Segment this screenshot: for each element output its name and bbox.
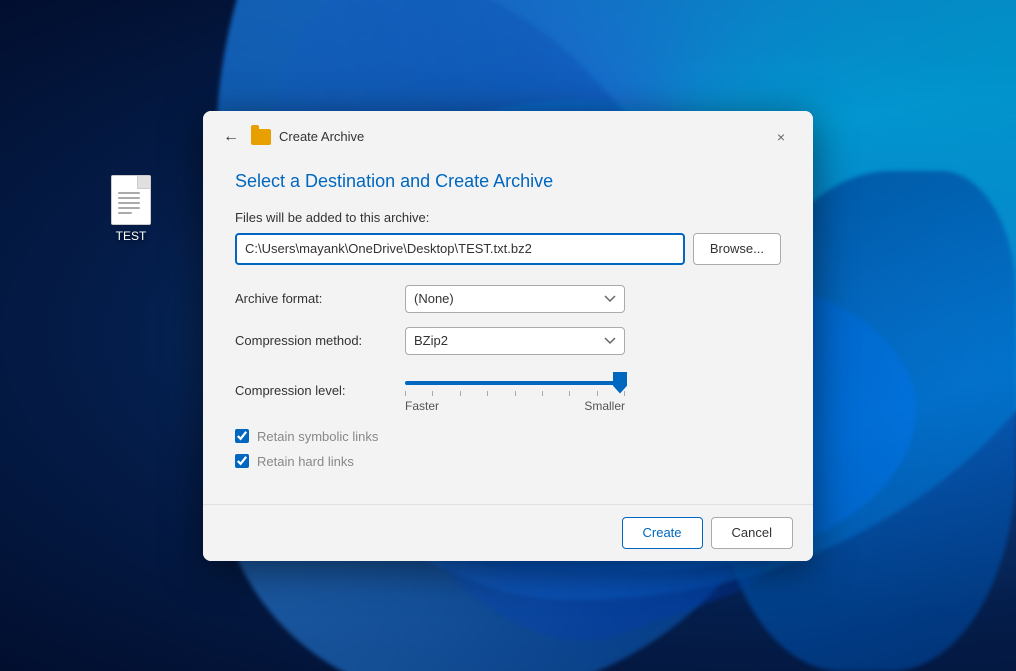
compression-method-select[interactable]: BZip2 Deflate LZMA Store [405, 327, 625, 355]
compression-level-label: Compression level: [235, 383, 405, 398]
archive-icon [251, 129, 271, 145]
create-button[interactable]: Create [622, 517, 703, 549]
retain-hardlinks-label: Retain hard links [257, 454, 354, 469]
slider-faster-label: Faster [405, 399, 439, 413]
dialog-overlay: ← Create Archive × Select a Destination … [0, 0, 1016, 671]
browse-button[interactable]: Browse... [693, 233, 781, 265]
files-label: Files will be added to this archive: [235, 210, 781, 225]
path-input[interactable] [235, 233, 685, 265]
retain-symlinks-label: Retain symbolic links [257, 429, 378, 444]
compression-level-row: Compression level: [235, 369, 781, 413]
dialog-title: Create Archive [279, 129, 757, 144]
archive-format-select[interactable]: (None) Zip 7z Tar GZip BZip2 [405, 285, 625, 313]
slider-wrapper [405, 369, 625, 397]
slider-container: Faster Smaller [405, 369, 625, 413]
retain-symlinks-checkbox[interactable] [235, 429, 249, 443]
dialog-footer: Create Cancel [203, 504, 813, 561]
close-button[interactable]: × [765, 123, 797, 151]
slider-smaller-label: Smaller [584, 399, 625, 413]
retain-hardlinks-checkbox[interactable] [235, 454, 249, 468]
section-title: Select a Destination and Create Archive [235, 171, 781, 192]
retain-hardlinks-row: Retain hard links [235, 454, 781, 469]
archive-format-label: Archive format: [235, 291, 405, 306]
dialog-content: Select a Destination and Create Archive … [203, 161, 813, 504]
back-button[interactable]: ← [219, 125, 243, 149]
retain-symlinks-row: Retain symbolic links [235, 429, 781, 444]
compression-method-row: Compression method: BZip2 Deflate LZMA S… [235, 327, 781, 355]
path-row: Browse... [235, 233, 781, 265]
compression-method-label: Compression method: [235, 333, 405, 348]
create-archive-dialog: ← Create Archive × Select a Destination … [203, 111, 813, 561]
slider-labels: Faster Smaller [405, 399, 625, 413]
cancel-button[interactable]: Cancel [711, 517, 793, 549]
archive-format-row: Archive format: (None) Zip 7z Tar GZip B… [235, 285, 781, 313]
dialog-titlebar: ← Create Archive × [203, 111, 813, 161]
